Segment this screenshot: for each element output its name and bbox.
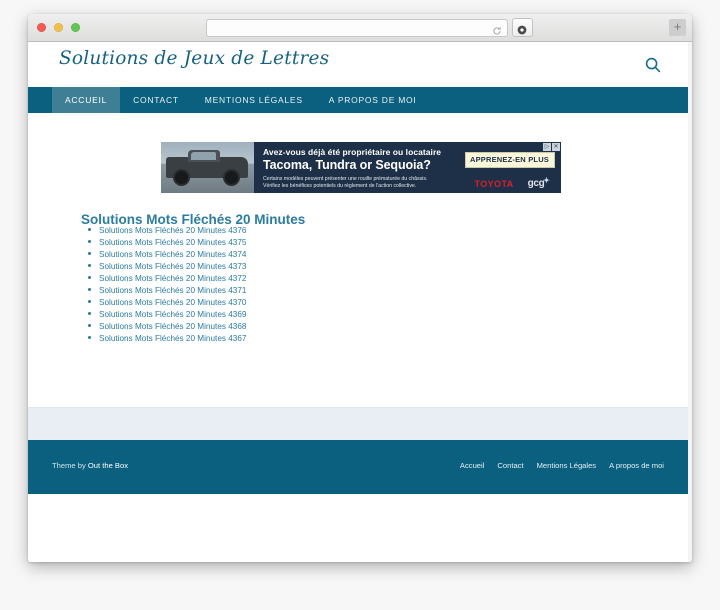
gcg-sparkle-icon: ✦ xyxy=(543,176,550,185)
list-item: Solutions Mots Fléchés 20 Minutes 4372 xyxy=(87,271,246,283)
page-viewport: Solutions de Jeux de Lettres ACCUEIL CON… xyxy=(28,42,692,562)
theme-credit: Theme by Out the Box xyxy=(52,461,128,470)
close-ad-icon[interactable]: ✕ xyxy=(552,143,560,151)
list-item: Solutions Mots Fléchés 20 Minutes 4367 xyxy=(87,331,246,343)
truck-wheel-rear xyxy=(223,169,240,186)
vertical-scrollbar[interactable] xyxy=(688,42,692,562)
nav-item-accueil[interactable]: ACCUEIL xyxy=(52,87,121,113)
truck-window xyxy=(191,152,216,160)
list-item: Solutions Mots Fléchés 20 Minutes 4368 xyxy=(87,319,246,331)
truck-wheel-front xyxy=(173,169,190,186)
theme-credit-link[interactable]: Out the Box xyxy=(88,461,128,470)
post-link[interactable]: Solutions Mots Fléchés 20 Minutes 4372 xyxy=(99,274,246,283)
post-link[interactable]: Solutions Mots Fléchés 20 Minutes 4373 xyxy=(99,262,246,271)
post-link[interactable]: Solutions Mots Fléchés 20 Minutes 4370 xyxy=(99,298,246,307)
reader-view-icon xyxy=(517,22,527,35)
list-item: Solutions Mots Fléchés 20 Minutes 4369 xyxy=(87,307,246,319)
list-item: Solutions Mots Fléchés 20 Minutes 4371 xyxy=(87,283,246,295)
post-link[interactable]: Solutions Mots Fléchés 20 Minutes 4367 xyxy=(99,334,246,343)
reader-view-button[interactable] xyxy=(512,18,533,37)
post-link[interactable]: Solutions Mots Fléchés 20 Minutes 4371 xyxy=(99,286,246,295)
main-content: Avez-vous déjà été propriétaire ou locat… xyxy=(28,113,690,407)
reload-icon[interactable] xyxy=(492,23,502,35)
advertisement-banner[interactable]: Avez-vous déjà été propriétaire ou locat… xyxy=(161,142,561,193)
site-footer: Theme by Out the Box Accueil Contact Men… xyxy=(28,440,690,494)
ad-fine-print-line-2: Vérifiez les bénéfices potentiels du règ… xyxy=(263,183,417,189)
list-item: Solutions Mots Fléchés 20 Minutes 4373 xyxy=(87,259,246,271)
page-bottom-spacer xyxy=(28,494,690,535)
primary-navigation-list: ACCUEIL CONTACT MENTIONS LÉGALES A PROPO… xyxy=(52,87,430,113)
site-title[interactable]: Solutions de Jeux de Lettres xyxy=(59,48,329,69)
ad-copy: Avez-vous déjà été propriétaire ou locat… xyxy=(254,142,458,193)
adchoices-controls: ▷ ✕ xyxy=(543,143,560,151)
post-list: Solutions Mots Fléchés 20 Minutes 4376 S… xyxy=(81,223,246,343)
footer-link-accueil[interactable]: Accueil xyxy=(460,461,484,470)
minimize-window-button[interactable] xyxy=(54,23,63,32)
list-item: Solutions Mots Fléchés 20 Minutes 4376 xyxy=(87,223,246,235)
footer-widget-band xyxy=(28,407,690,440)
browser-titlebar: + xyxy=(28,14,692,42)
post-link[interactable]: Solutions Mots Fléchés 20 Minutes 4375 xyxy=(99,238,246,247)
gcg-logo-text: gcg xyxy=(527,178,545,189)
list-item: Solutions Mots Fléchés 20 Minutes 4374 xyxy=(87,247,246,259)
search-icon[interactable] xyxy=(644,56,662,74)
primary-navigation: ACCUEIL CONTACT MENTIONS LÉGALES A PROPO… xyxy=(28,87,690,113)
zoom-window-button[interactable] xyxy=(71,23,80,32)
site-header: Solutions de Jeux de Lettres xyxy=(28,42,690,87)
post-link[interactable]: Solutions Mots Fléchés 20 Minutes 4374 xyxy=(99,250,246,259)
ad-fine-print-line-1: Certains modèles peuvent présenter une r… xyxy=(263,176,428,182)
post-link[interactable]: Solutions Mots Fléchés 20 Minutes 4369 xyxy=(99,310,246,319)
toyota-logo: TOYOTA xyxy=(474,178,514,189)
web-page: Solutions de Jeux de Lettres ACCUEIL CON… xyxy=(28,42,690,535)
footer-link-mentions-legales[interactable]: Mentions Légales xyxy=(537,461,597,470)
browser-window: + Solutions de Jeux de Lettres ACCUEIL C… xyxy=(28,14,692,562)
ad-headline-large: Tacoma, Tundra or Sequoia? xyxy=(263,158,431,172)
nav-item-a-propos-de-moi[interactable]: A PROPOS DE MOI xyxy=(316,87,430,113)
adchoices-icon[interactable]: ▷ xyxy=(543,143,551,151)
list-item: Solutions Mots Fléchés 20 Minutes 4375 xyxy=(87,235,246,247)
gcg-logo: gcg ✦ xyxy=(527,176,550,189)
footer-link-a-propos-de-moi[interactable]: A propos de moi xyxy=(609,461,664,470)
ad-brand-row: TOYOTA gcg ✦ xyxy=(458,176,561,189)
footer-navigation: Accueil Contact Mentions Légales A propo… xyxy=(460,461,664,470)
close-window-button[interactable] xyxy=(37,23,46,32)
theme-credit-prefix: Theme by xyxy=(52,461,86,470)
nav-item-mentions-legales[interactable]: MENTIONS LÉGALES xyxy=(192,87,316,113)
footer-link-contact[interactable]: Contact xyxy=(497,461,523,470)
post-link[interactable]: Solutions Mots Fléchés 20 Minutes 4376 xyxy=(99,226,246,235)
list-item: Solutions Mots Fléchés 20 Minutes 4370 xyxy=(87,295,246,307)
post-link[interactable]: Solutions Mots Fléchés 20 Minutes 4368 xyxy=(99,322,246,331)
ad-truck-image xyxy=(161,142,254,193)
new-tab-button[interactable]: + xyxy=(669,19,686,36)
nav-item-contact[interactable]: CONTACT xyxy=(120,87,192,113)
window-controls xyxy=(37,23,80,32)
ad-headline-small: Avez-vous déjà été propriétaire ou locat… xyxy=(263,147,442,157)
address-bar[interactable] xyxy=(206,19,508,37)
ad-cta-button[interactable]: APPRENEZ-EN PLUS xyxy=(464,152,555,168)
